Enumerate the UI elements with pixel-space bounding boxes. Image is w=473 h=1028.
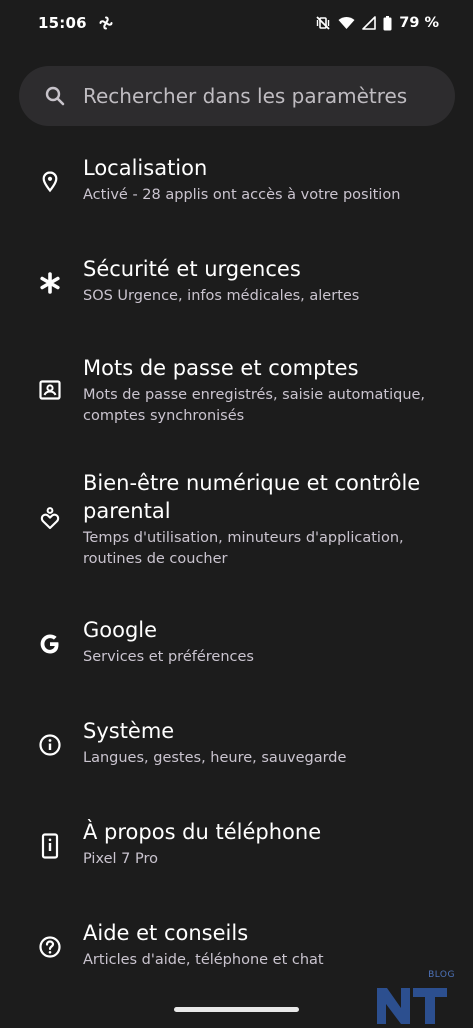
wifi-icon [338, 16, 355, 30]
setting-title: Mots de passe et comptes [83, 356, 359, 380]
google-g-icon [38, 632, 62, 656]
setting-subtitle: Langues, gestes, heure, sauvegarde [83, 750, 347, 766]
setting-item-a-propos[interactable]: À propos du téléphone Pixel 7 Pro [0, 816, 473, 888]
setting-item-securite[interactable]: Sécurité et urgences SOS Urgence, infos … [0, 253, 473, 325]
watermark-blog-label: BLOG [428, 970, 455, 980]
setting-title: Système [83, 719, 175, 743]
search-icon [43, 84, 67, 108]
battery-icon [383, 15, 392, 31]
search-placeholder: Rechercher dans les paramètres [83, 84, 408, 108]
setting-subtitle: Mots de passe enregistrés, saisie automa… [83, 387, 426, 424]
search-bar[interactable]: Rechercher dans les paramètres [19, 66, 455, 126]
setting-item-mots-de-passe[interactable]: Mots de passe et comptes Mots de passe e… [0, 352, 473, 442]
asterisk-icon [38, 271, 62, 295]
setting-item-systeme[interactable]: Système Langues, gestes, heure, sauvegar… [0, 715, 473, 787]
status-bar: 15:06 79 % [0, 0, 473, 46]
signal-icon [362, 16, 377, 30]
battery-percentage: 79 % [399, 15, 439, 31]
location-pin-icon [38, 170, 62, 194]
setting-item-google[interactable]: Google Services et préférences [0, 614, 473, 686]
watermark-logo: BLOG [373, 966, 465, 1024]
account-box-icon [38, 378, 62, 402]
info-icon [38, 733, 62, 757]
fan-notification-icon [99, 16, 113, 30]
gesture-nav-handle[interactable] [174, 1007, 299, 1012]
setting-item-localisation[interactable]: Localisation Activé - 28 applis ont accè… [0, 152, 473, 224]
setting-title: Bien-être numérique et contrôle parental [83, 471, 421, 523]
setting-subtitle: Pixel 7 Pro [83, 851, 158, 867]
setting-title: Localisation [83, 156, 208, 180]
vibrate-off-icon [315, 15, 331, 31]
phone-info-icon [38, 833, 62, 859]
setting-subtitle: Services et préférences [83, 649, 254, 665]
status-time: 15:06 [38, 14, 87, 32]
help-icon [38, 935, 62, 959]
setting-title: Google [83, 618, 158, 642]
setting-subtitle: SOS Urgence, infos médicales, alertes [83, 288, 360, 304]
setting-title: À propos du téléphone [83, 820, 322, 844]
setting-title: Aide et conseils [83, 921, 249, 945]
setting-subtitle: Temps d'utilisation, minuteurs d'applica… [83, 530, 404, 567]
wellbeing-heart-icon [38, 506, 62, 530]
setting-item-bien-etre[interactable]: Bien-être numérique et contrôle parental… [0, 467, 473, 579]
setting-title: Sécurité et urgences [83, 257, 301, 281]
setting-subtitle: Activé - 28 applis ont accès à votre pos… [83, 187, 401, 203]
